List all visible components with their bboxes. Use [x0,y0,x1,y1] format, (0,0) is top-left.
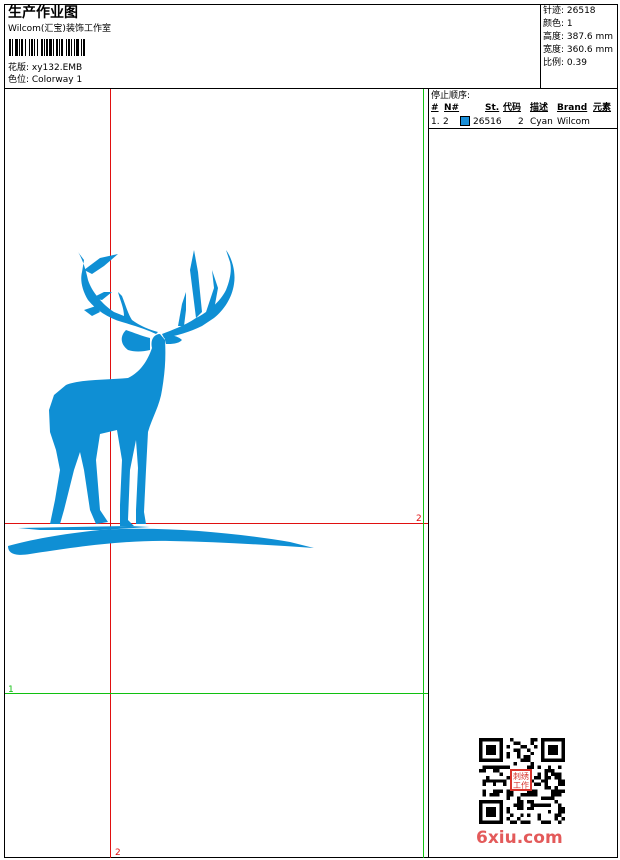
red-seal-stamp: 刺绣 工作 [510,769,532,791]
watermark: 6xiu.com [476,828,563,848]
deer-design [8,250,314,555]
stamp-bottom-text: 工作 [513,781,529,790]
stamp-top-text: 刺绣 [513,772,529,781]
